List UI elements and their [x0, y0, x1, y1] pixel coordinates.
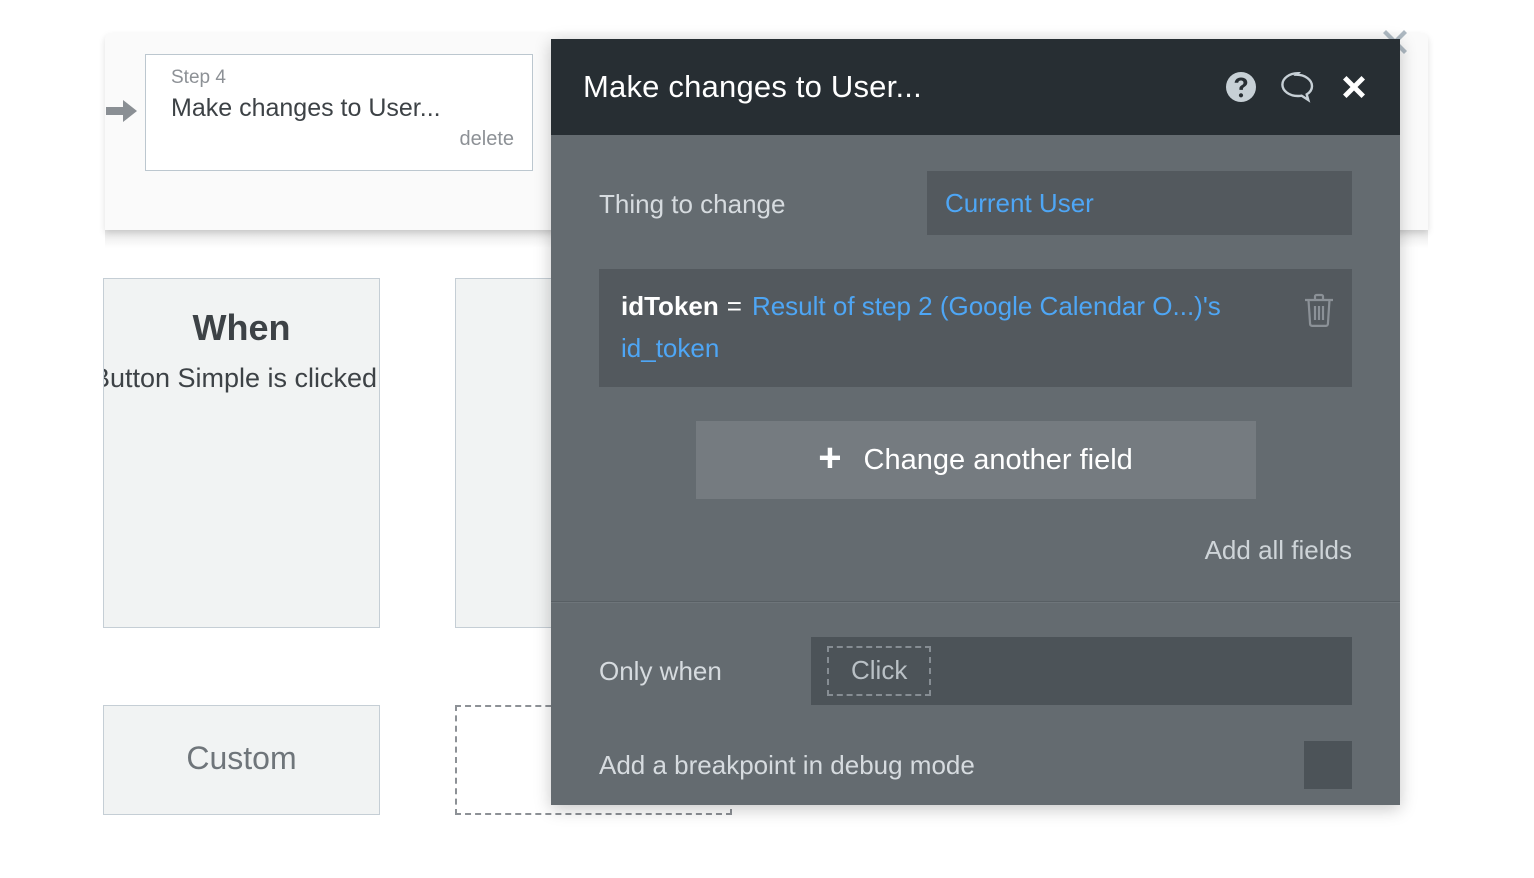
- help-circle-icon[interactable]: [1224, 70, 1258, 104]
- step-title: Make changes to User...: [171, 94, 441, 122]
- dialog-header: Make changes to User...: [551, 39, 1400, 135]
- plus-icon: +: [818, 436, 842, 480]
- change-another-field-label: Change another field: [863, 443, 1133, 476]
- workflow-card-when[interactable]: When Button Simple is clicked: [103, 278, 380, 628]
- workflow-card-custom[interactable]: Custom: [103, 705, 380, 815]
- arrow-right-icon: [104, 93, 140, 129]
- field-change-row[interactable]: idToken = Result of step 2 (Google Calenda…: [599, 269, 1352, 387]
- trash-icon[interactable]: [1302, 291, 1338, 331]
- thing-to-change-input[interactable]: Current User: [927, 171, 1352, 235]
- comment-bubble-icon[interactable]: [1280, 70, 1316, 104]
- field-operator: =: [726, 291, 742, 321]
- change-another-field-button[interactable]: + Change another field: [695, 421, 1256, 499]
- only-when-placeholder[interactable]: Click: [827, 646, 932, 696]
- only-when-label: Only when: [599, 656, 722, 686]
- field-name: idToken: [621, 291, 719, 321]
- step-number-label: Step 4: [171, 67, 226, 88]
- workflow-card-when-title: When: [192, 307, 291, 348]
- dialog-conditions-section: Only when Click Add a breakpoint in debu…: [551, 603, 1400, 789]
- thing-to-change-value: Current User: [945, 188, 1094, 218]
- field-expression: idToken = Result of step 2 (Google Calenda…: [621, 285, 1294, 369]
- dialog-header-icons: [1224, 70, 1370, 104]
- breakpoint-label: Add a breakpoint in debug mode: [599, 750, 975, 780]
- dialog-title: Make changes to User...: [583, 69, 922, 104]
- thing-to-change-row: Thing to change Current User: [599, 171, 1352, 235]
- breakpoint-row: Add a breakpoint in debug mode: [599, 741, 1352, 789]
- only-when-input[interactable]: Click: [811, 637, 1352, 705]
- thing-to-change-label: Thing to change: [599, 189, 786, 219]
- step-delete-link[interactable]: delete: [171, 126, 515, 152]
- step-card[interactable]: Step 4 Make changes to User... delete: [145, 54, 533, 171]
- add-all-fields-link[interactable]: Add all fields: [599, 533, 1352, 601]
- dialog-fields-section: Thing to change Current User idToken = Res…: [551, 135, 1400, 601]
- only-when-row: Only when Click: [599, 637, 1352, 705]
- property-editor-dialog: Make changes to User... Thing to change …: [551, 39, 1400, 805]
- close-icon[interactable]: [1338, 71, 1370, 103]
- workflow-card-when-subtitle: Button Simple is clicked: [103, 363, 378, 393]
- dialog-body: Thing to change Current User idToken = Res…: [551, 135, 1400, 789]
- workflow-card-custom-text: Custom: [186, 740, 297, 776]
- breakpoint-checkbox[interactable]: [1304, 741, 1352, 789]
